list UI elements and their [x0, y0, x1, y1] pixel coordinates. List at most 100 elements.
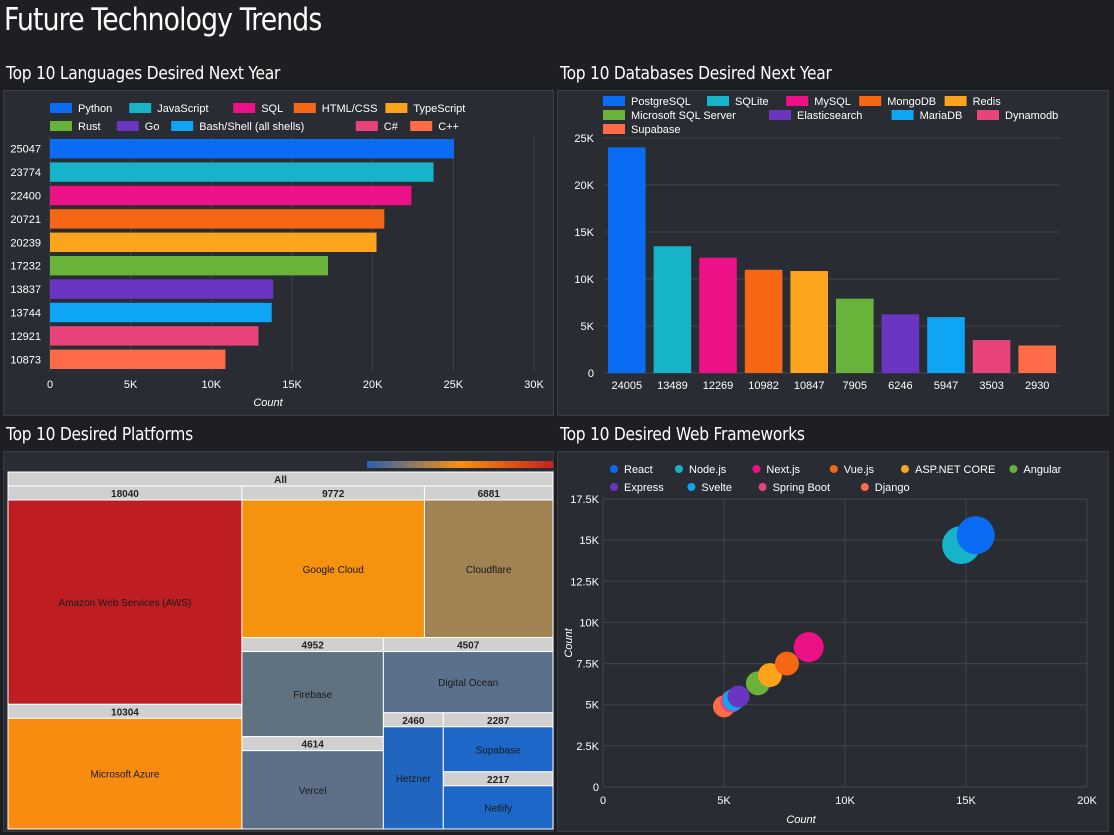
databases-y-tick: 10K — [574, 274, 594, 286]
databases-bar-value-label: 10847 — [794, 380, 825, 392]
databases-bar-value-label: 13489 — [657, 380, 688, 392]
databases-bar[interactable] — [972, 340, 1011, 373]
frameworks-x-axis-label: Count — [786, 814, 816, 826]
platforms-node-label: Netlify — [484, 803, 512, 814]
languages-legend-label: HTML/CSS — [322, 103, 378, 115]
databases-legend-label: Supabase — [631, 124, 681, 136]
databases-y-tick: 25K — [574, 133, 594, 145]
platforms-node-value: 2217 — [487, 775, 510, 786]
platforms-node-value: 2287 — [487, 716, 510, 727]
frameworks-point[interactable] — [956, 516, 995, 555]
databases-bar[interactable] — [699, 257, 737, 373]
frameworks-legend-label: Next.js — [766, 464, 800, 476]
platforms-node-label: Google Cloud — [303, 565, 364, 576]
languages-bar-value-label: 13837 — [10, 284, 41, 296]
databases-legend-swatch — [603, 124, 625, 134]
frameworks-legend-label: Django — [875, 482, 910, 494]
platforms-node-label: Supabase — [476, 745, 521, 756]
languages-legend-label: Python — [78, 103, 112, 115]
frameworks-panel-title: Top 10 Desired Web Frameworks — [560, 424, 805, 445]
languages-panel: Python JavaScript SQL HTML/CSS TypeScript Rus… — [3, 90, 554, 416]
frameworks-y-tick: 2.5K — [576, 741, 599, 753]
languages-x-tick: 25K — [444, 379, 464, 391]
databases-legend-label: Elasticsearch — [797, 110, 862, 122]
databases-bar[interactable] — [790, 271, 828, 373]
platforms-node-label: Amazon Web Services (AWS) — [59, 598, 192, 609]
languages-bar[interactable] — [50, 349, 226, 369]
languages-legend-label: C# — [384, 121, 399, 133]
frameworks-legend-label: Node.js — [689, 464, 727, 476]
platforms-node-label: Microsoft Azure — [91, 770, 160, 781]
databases-bar[interactable] — [1018, 345, 1056, 373]
databases-bar-value-label: 12269 — [703, 380, 734, 392]
languages-bar[interactable] — [50, 302, 272, 323]
frameworks-legend-label: Express — [624, 482, 664, 494]
databases-bar[interactable] — [653, 246, 692, 373]
databases-panel-title: Top 10 Databases Desired Next Year — [560, 63, 832, 84]
languages-legend-label: SQL — [261, 103, 283, 115]
frameworks-panel: React Node.js Next.js Vue.js ASP.NET CORE Ang… — [557, 451, 1109, 832]
databases-legend-swatch — [859, 96, 882, 106]
frameworks-y-tick: 7.5K — [576, 659, 599, 671]
databases-legend-swatch — [891, 110, 914, 120]
databases-legend-label: MySQL — [814, 96, 851, 108]
languages-bar-value-label: 25047 — [10, 144, 41, 156]
languages-bar[interactable] — [50, 232, 377, 252]
databases-legend-label: SQLite — [735, 96, 769, 108]
frameworks-y-tick: 5K — [586, 700, 600, 712]
languages-bar[interactable] — [50, 185, 412, 206]
languages-legend-label: Rust — [78, 121, 101, 133]
languages-bar[interactable] — [50, 326, 259, 346]
frameworks-point[interactable] — [774, 651, 799, 676]
databases-bar-value-label: 3503 — [979, 380, 1003, 392]
frameworks-legend-swatch — [1009, 465, 1018, 473]
databases-legend-swatch — [603, 110, 625, 120]
platforms-color-scale — [367, 461, 553, 468]
frameworks-point[interactable] — [727, 685, 750, 708]
databases-bar[interactable] — [881, 314, 920, 373]
languages-legend-swatch — [116, 121, 139, 131]
languages-x-tick: 10K — [202, 379, 222, 391]
databases-bar[interactable] — [608, 147, 646, 373]
frameworks-legend-swatch — [901, 465, 909, 473]
databases-bar[interactable] — [836, 298, 874, 373]
languages-bar-value-label: 17232 — [10, 261, 41, 273]
languages-x-tick: 30K — [524, 379, 544, 391]
frameworks-x-tick: 20K — [1077, 795, 1097, 807]
frameworks-y-tick: 12.5K — [570, 576, 599, 588]
languages-bar[interactable] — [50, 209, 385, 229]
databases-legend-swatch — [786, 96, 809, 106]
languages-bar[interactable] — [50, 279, 274, 299]
databases-bar[interactable] — [927, 317, 965, 373]
databases-panel: PostgreSQL SQLite MySQL MongoDB Redis Microso… — [557, 90, 1109, 416]
frameworks-scatter-chart: React Node.js Next.js Vue.js ASP.NET CORE Ang… — [563, 464, 1097, 826]
languages-bar[interactable] — [50, 139, 455, 159]
frameworks-legend-label: Svelte — [701, 482, 732, 494]
databases-legend-swatch — [769, 110, 791, 120]
languages-bar-value-label: 20239 — [10, 237, 41, 249]
frameworks-y-axis-label: Count — [563, 627, 575, 657]
frameworks-legend-swatch — [610, 465, 618, 473]
frameworks-point[interactable] — [793, 632, 824, 663]
platforms-node-value: 9772 — [322, 489, 345, 500]
frameworks-legend-label: Vue.js — [844, 464, 875, 476]
frameworks-y-tick: 17.5K — [570, 494, 599, 506]
languages-legend-label: Go — [145, 121, 160, 133]
platforms-panel-title: Top 10 Desired Platforms — [6, 424, 193, 445]
frameworks-legend-label: Angular — [1023, 464, 1061, 476]
languages-bar[interactable] — [50, 256, 329, 276]
languages-legend-swatch — [410, 121, 433, 131]
databases-bar-value-label: 2930 — [1025, 380, 1049, 392]
platforms-node-value: 6881 — [478, 489, 501, 500]
languages-x-tick: 20K — [363, 379, 383, 391]
databases-bar[interactable] — [744, 269, 783, 373]
platforms-panel: All 18040 Amazon Web Services (AWS) 10304 Mi… — [3, 451, 554, 832]
platforms-node-label: Firebase — [293, 690, 332, 701]
languages-bar[interactable] — [50, 162, 434, 182]
languages-legend-swatch — [355, 121, 378, 131]
frameworks-legend-swatch — [752, 465, 761, 473]
databases-legend-label: MongoDB — [887, 96, 936, 108]
frameworks-x-tick: 10K — [835, 795, 855, 807]
platforms-node-label: Digital Ocean — [438, 678, 498, 689]
languages-bar-chart: Python JavaScript SQL HTML/CSS TypeScript Rus… — [10, 103, 544, 409]
